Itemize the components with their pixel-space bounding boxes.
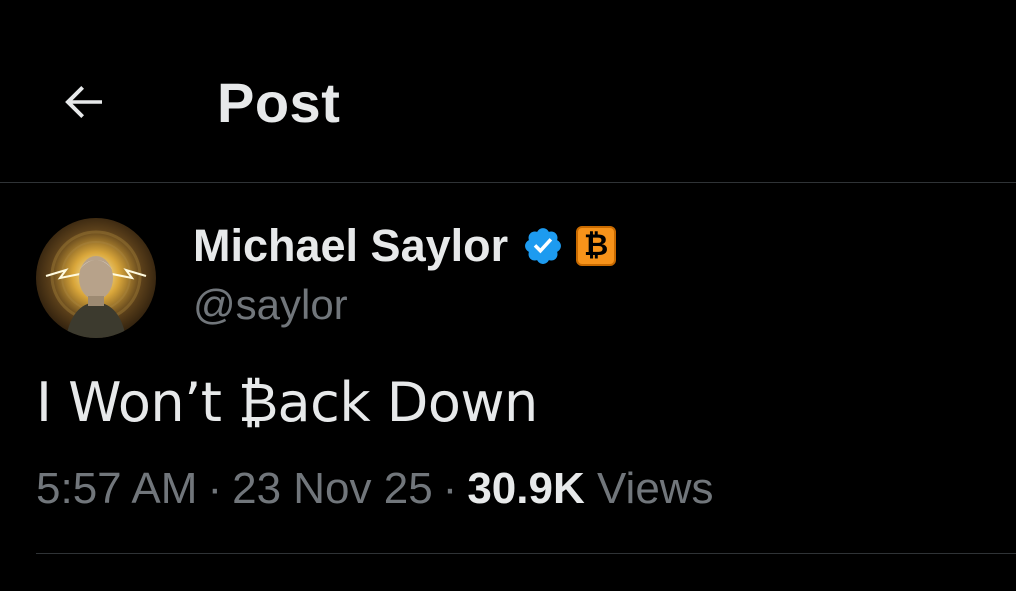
post-date[interactable]: 23 Nov 25 [232,464,433,513]
arrow-left-icon [65,86,102,118]
back-button[interactable] [52,70,116,134]
meta-separator: · [442,464,458,513]
author-name-row: Michael Saylor ₿ [193,220,617,272]
views-label: Views [596,464,714,513]
bitcoin-affiliate-badge-icon[interactable]: ₿ [576,226,617,266]
avatar-image [36,218,156,338]
author-handle[interactable]: @saylor [193,280,348,330]
views-count: 30.9K [467,464,585,513]
verified-badge-icon[interactable] [522,225,564,267]
affiliate-badge-symbol: ₿ [583,228,609,263]
avatar[interactable] [36,218,156,338]
divider [36,553,1016,554]
author-display-name[interactable]: Michael Saylor [193,220,508,272]
meta-separator: · [207,464,223,513]
post-header: Post [0,0,1016,183]
page-title: Post [217,71,341,134]
post-text: I Won’t ₿ack Down [36,371,538,434]
post-meta: 5:57 AM · 23 Nov 25 · 30.9K Views [36,462,714,516]
post-time[interactable]: 5:57 AM [36,464,197,513]
